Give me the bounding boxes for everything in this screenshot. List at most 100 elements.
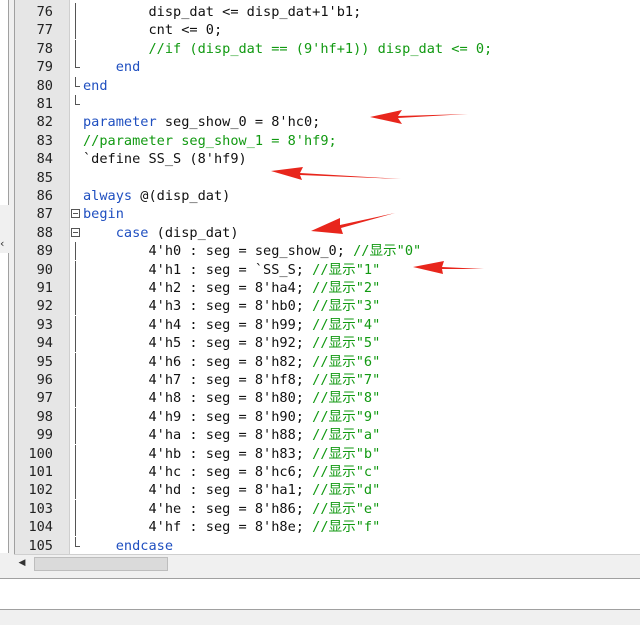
code-line[interactable]: 103 4'he : seg = 8'h86; //显示"e" [15,499,640,518]
code-line[interactable]: 96 4'h7 : seg = 8'hf8; //显示"7" [15,371,640,389]
horizontal-scrollbar[interactable]: ◀ [14,554,640,572]
code-text: 4'h9 : seg = 8'h90; //显示"9" [83,408,380,426]
line-number: 92 [36,298,53,315]
line-number: 96 [36,372,53,388]
code-line[interactable]: 80 end [15,76,640,95]
fold-end-marker [71,76,81,95]
line-number: 86 [36,188,53,204]
code-line[interactable]: 93 4'h4 : seg = 8'h99; //显示"4" [15,315,640,334]
code-token: 4'h0 : seg = seg_show_0; [83,243,354,260]
line-number: 100 [28,445,53,462]
code-token: 4'h5 : seg = 8'h92; [83,335,313,352]
line-number: 84 [36,151,53,168]
code-line[interactable]: 101 4'hc : seg = 8'hc6; //显示"c" [15,463,640,481]
fold-collapse-icon[interactable] [71,224,81,242]
code-text: 4'h8 : seg = 8'h80; //显示"8" [83,389,380,407]
fold-guide-line [71,481,81,500]
code-text: 4'h4 : seg = 8'h99; //显示"4" [83,316,380,334]
code-text: //if (disp_dat == (9'hf+1)) disp_dat <= … [83,40,492,58]
code-line[interactable]: 98 4'h9 : seg = 8'h90; //显示"9" [15,407,640,426]
code-line[interactable]: 102 4'hd : seg = 8'ha1; //显示"d" [15,481,640,500]
line-number: 87 [36,206,53,223]
fold-guide-line [71,260,81,279]
fold-guide-line [71,371,81,389]
keyword-token: end [83,77,108,94]
keyword-token: case [115,224,149,241]
panel-collapse-caret-icon[interactable]: ‹ [0,238,4,250]
code-token: cnt <= 0; [83,22,223,39]
line-number: 101 [28,464,53,480]
line-number: 98 [36,408,53,425]
code-line[interactable]: 84 `define SS_S (8'hf9) [15,150,640,168]
scrollbar-thumb[interactable] [34,557,168,571]
code-line[interactable]: 81 [15,95,640,113]
left-panel-upper-pane [0,0,9,205]
code-line[interactable]: 99 4'ha : seg = 8'h88; //显示"a" [15,426,640,445]
code-line[interactable]: 78 //if (disp_dat == (9'hf+1)) disp_dat … [15,39,640,58]
fold-guide-line [71,518,81,537]
fold-guide-line [71,426,81,445]
comment-token: //显示"c" [312,464,381,480]
line-number: 88 [36,224,53,241]
code-text: 4'he : seg = 8'h86; //显示"e" [83,500,380,518]
line-number: 103 [28,500,53,517]
fold-guide-line [71,21,81,40]
comment-token: //显示"4" [312,316,381,333]
code-line[interactable]: 83 //parameter seg_show_1 = 8'hf9; [15,132,640,150]
code-line[interactable]: 92 4'h3 : seg = 8'hb0; //显示"3" [15,297,640,316]
code-line[interactable]: 94 4'h5 : seg = 8'h92; //显示"5" [15,334,640,353]
code-line[interactable]: 104 4'hf : seg = 8'h8e; //显示"f" [15,518,640,537]
code-token: seg_show_0 = 8'hc0; [156,114,321,131]
comment-token: //显示"f" [312,519,381,536]
code-text: end [83,77,108,95]
code-line[interactable]: 88 case (disp_dat) [15,224,640,242]
fold-guide-line [71,389,81,408]
line-number: 95 [36,353,53,370]
code-line[interactable]: 90 4'h1 : seg = `SS_S; //显示"1" [15,260,640,279]
bottom-panel [0,572,640,625]
code-token: 4'hd : seg = 8'ha1; [83,482,313,499]
keyword-token: endcase [115,537,174,554]
code-line[interactable]: 100 4'hb : seg = 8'h83; //显示"b" [15,444,640,463]
code-text: 4'h1 : seg = `SS_S; //显示"1" [83,261,380,279]
fold-collapse-icon[interactable] [71,205,81,223]
code-line[interactable]: 105 endcase [15,536,640,554]
code-token: 4'hb : seg = 8'h83; [83,445,313,462]
code-editor[interactable]: 76 disp_dat <= disp_dat+1'b1; 77 cnt <= 0… [14,0,640,554]
code-line[interactable]: 97 4'h8 : seg = 8'h80; //显示"8" [15,389,640,408]
code-line[interactable]: 76 disp_dat <= disp_dat+1'b1; [15,3,640,21]
code-line[interactable]: 86 always @(disp_dat) [15,187,640,205]
comment-token: //parameter seg_show_1 = 8'hf9; [83,132,337,149]
code-line[interactable]: 79 end [15,58,640,76]
code-text: 4'hf : seg = 8'h8e; //显示"f" [83,518,380,536]
code-line[interactable]: 89 4'h0 : seg = seg_show_0; //显示"0" [15,242,640,261]
line-number: 94 [36,335,53,352]
code-text: disp_dat <= disp_dat+1'b1; [83,3,361,21]
code-token: 4'h3 : seg = 8'hb0; [83,298,313,315]
line-number: 99 [36,427,53,444]
code-line[interactable]: 91 4'h2 : seg = 8'ha4; //显示"2" [15,279,640,297]
left-side-panel: ‹ [0,0,14,572]
code-text: begin [83,205,124,223]
code-line[interactable]: 82 parameter seg_show_0 = 8'hc0; [15,113,640,131]
comment-token: //显示"8" [312,390,381,407]
scroll-left-arrow-icon[interactable]: ◀ [16,557,28,570]
code-text: always @(disp_dat) [83,187,230,205]
code-line[interactable]: 77 cnt <= 0; [15,21,640,40]
comment-token: //显示"7" [312,372,381,388]
bottom-output-area [0,578,640,610]
line-number: 89 [36,243,53,260]
comment-token: //显示"9" [312,408,381,425]
code-line[interactable]: 95 4'h6 : seg = 8'h82; //显示"6" [15,352,640,371]
code-line[interactable]: 87 begin [15,205,640,223]
fold-guide-line [71,242,81,261]
code-text: case (disp_dat) [83,224,239,242]
comment-token: //显示"5" [312,335,381,352]
code-line[interactable]: 85 [15,169,640,187]
code-token: 4'h1 : seg = `SS_S; [83,261,313,278]
code-text: 4'ha : seg = 8'h88; //显示"a" [83,426,380,444]
line-number: 82 [36,114,53,131]
